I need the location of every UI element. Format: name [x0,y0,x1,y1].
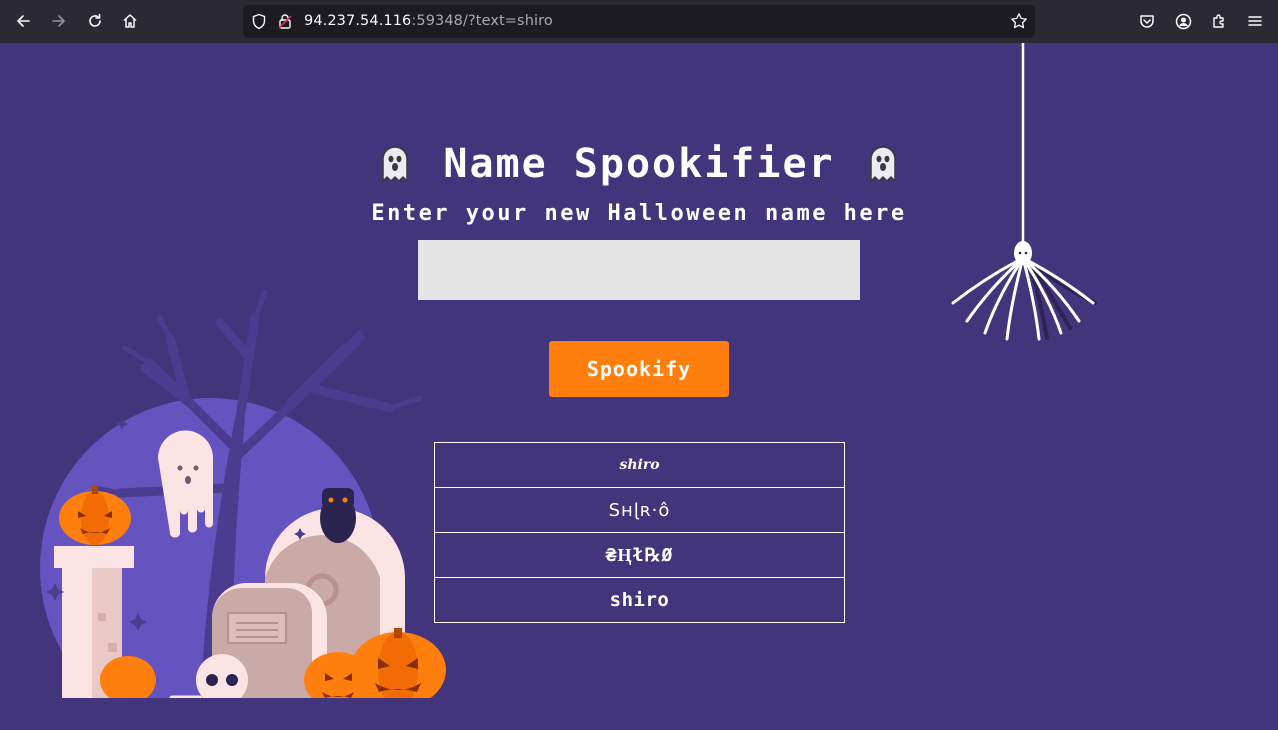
extensions-icon[interactable] [1204,6,1234,36]
bookmark-star-icon[interactable] [1010,12,1028,34]
url-text: 94.237.54.116:59348/?text=shiro [304,13,553,29]
account-icon[interactable] [1168,6,1198,36]
ghost-icon [382,146,409,183]
page-content: Name Spookifier Enter your new Halloween… [0,43,1278,730]
table-row: ₴Ⱨł℞Ø [434,532,845,578]
title-row: Name Spookifier [0,141,1278,191]
result-cell: ₴Ⱨł℞Ø [434,532,845,578]
result-cell: shiro [434,577,845,623]
spookify-button[interactable]: Spookify [549,341,729,397]
name-input[interactable] [418,240,860,300]
result-cell: Sʜɭʀ·ô [434,487,845,533]
table-row: Sʜɭʀ·ô [434,487,845,533]
menu-icon[interactable] [1240,6,1270,36]
spider-decoration [951,43,1097,341]
graveyard-illustration [40,290,446,698]
url-host: 94.237.54.116 [304,13,412,29]
pocket-icon[interactable] [1132,6,1162,36]
table-row: shiro [434,577,845,623]
results-table: shiro Sʜɭʀ·ô ₴Ⱨł℞Ø shiro [434,442,845,623]
table-row: shiro [434,442,845,488]
url-path: :59348/?text=shiro [411,13,553,29]
page-title: Name Spookifier [443,141,835,187]
url-bar[interactable]: 94.237.54.116:59348/?text=shiro [243,5,1035,38]
result-cell: shiro [434,442,845,488]
browser-toolbar: 94.237.54.116:59348/?text=shiro [0,0,1278,43]
shield-icon[interactable] [251,13,267,34]
page-subtitle: Enter your new Halloween name here [371,201,907,226]
forward-arrow-icon[interactable] [44,6,74,36]
ghost-icon [869,146,896,183]
home-icon[interactable] [115,6,145,36]
lock-icon[interactable] [277,13,293,34]
back-arrow-icon[interactable] [8,6,38,36]
reload-icon[interactable] [80,6,110,36]
